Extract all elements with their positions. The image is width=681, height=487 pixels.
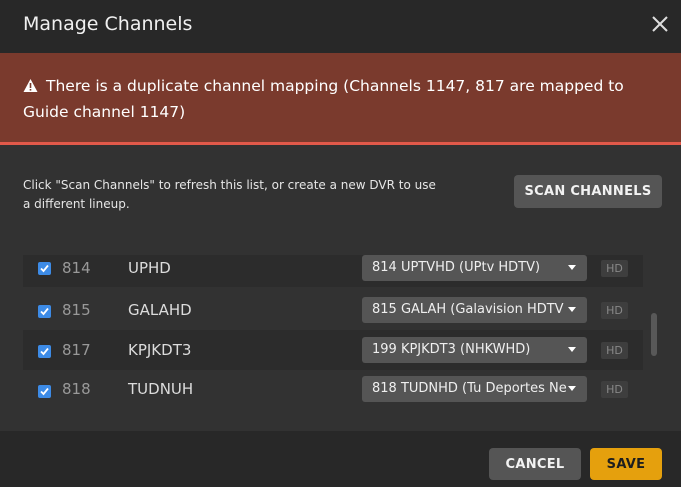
duplicate-mapping-alert: There is a duplicate channel mapping (Ch… — [0, 53, 681, 145]
guide-channel-value: 199 KPJKDT3 (NHKWHD) — [372, 342, 531, 357]
guide-channel-value: 815 GALAH (Galavision HDTV (East)) — [372, 302, 567, 317]
hd-badge: HD — [601, 342, 628, 359]
channel-name: UPHD — [128, 259, 171, 277]
channel-number: 818 — [62, 380, 91, 398]
guide-channel-select[interactable]: 199 KPJKDT3 (NHKWHD) — [362, 337, 587, 363]
dialog-footer: CANCEL SAVE — [0, 431, 681, 487]
instructions-text: Click "Scan Channels" to refresh this li… — [23, 178, 436, 211]
dialog-title: Manage Channels — [23, 13, 193, 35]
dialog-content: Click "Scan Channels" to refresh this li… — [0, 145, 681, 431]
channel-number: 817 — [62, 341, 91, 359]
hd-badge: HD — [601, 381, 628, 398]
chevron-down-icon — [568, 347, 576, 352]
channel-row: 818 TUDNUH 818 TUDNHD (Tu Deportes Netwo… — [23, 370, 643, 403]
channel-checkbox[interactable] — [38, 345, 51, 358]
scan-channels-button[interactable]: SCAN CHANNELS — [514, 175, 662, 208]
guide-channel-select[interactable]: 814 UPTVHD (UPtv HDTV) — [362, 255, 587, 281]
guide-channel-select[interactable]: 818 TUDNHD (Tu Deportes Network) — [362, 376, 587, 402]
chevron-down-icon — [568, 307, 576, 312]
channel-list: 814 UPHD 814 UPTVHD (UPtv HDTV) HD 815 G… — [23, 255, 643, 403]
channel-checkbox[interactable] — [38, 262, 51, 275]
hd-badge: HD — [601, 302, 628, 319]
channel-list-scrollbar[interactable] — [651, 313, 657, 356]
channel-name: GALAHD — [128, 301, 192, 319]
alert-message: There is a duplicate channel mapping (Ch… — [23, 77, 624, 121]
guide-channel-value: 818 TUDNHD (Tu Deportes Network) — [372, 381, 567, 396]
chevron-down-icon — [568, 386, 576, 391]
chevron-down-icon — [568, 265, 576, 270]
channel-name: KPJKDT3 — [128, 341, 192, 359]
channel-number: 815 — [62, 301, 91, 319]
channel-row: 814 UPHD 814 UPTVHD (UPtv HDTV) HD — [23, 255, 643, 287]
save-button[interactable]: SAVE — [590, 448, 662, 480]
hd-badge: HD — [601, 260, 628, 277]
dialog-header: Manage Channels — [0, 0, 681, 53]
channel-row: 815 GALAHD 815 GALAH (Galavision HDTV (E… — [23, 289, 643, 329]
channel-number: 814 — [62, 259, 91, 277]
guide-channel-select[interactable]: 815 GALAH (Galavision HDTV (East)) — [362, 297, 587, 323]
channel-checkbox[interactable] — [38, 305, 51, 318]
guide-channel-value: 814 UPTVHD (UPtv HDTV) — [372, 260, 541, 275]
channel-checkbox[interactable] — [38, 385, 51, 398]
channel-name: TUDNUH — [128, 380, 194, 398]
close-icon[interactable] — [650, 14, 670, 34]
cancel-button[interactable]: CANCEL — [489, 448, 581, 480]
channel-row: 817 KPJKDT3 199 KPJKDT3 (NHKWHD) HD — [23, 330, 643, 370]
